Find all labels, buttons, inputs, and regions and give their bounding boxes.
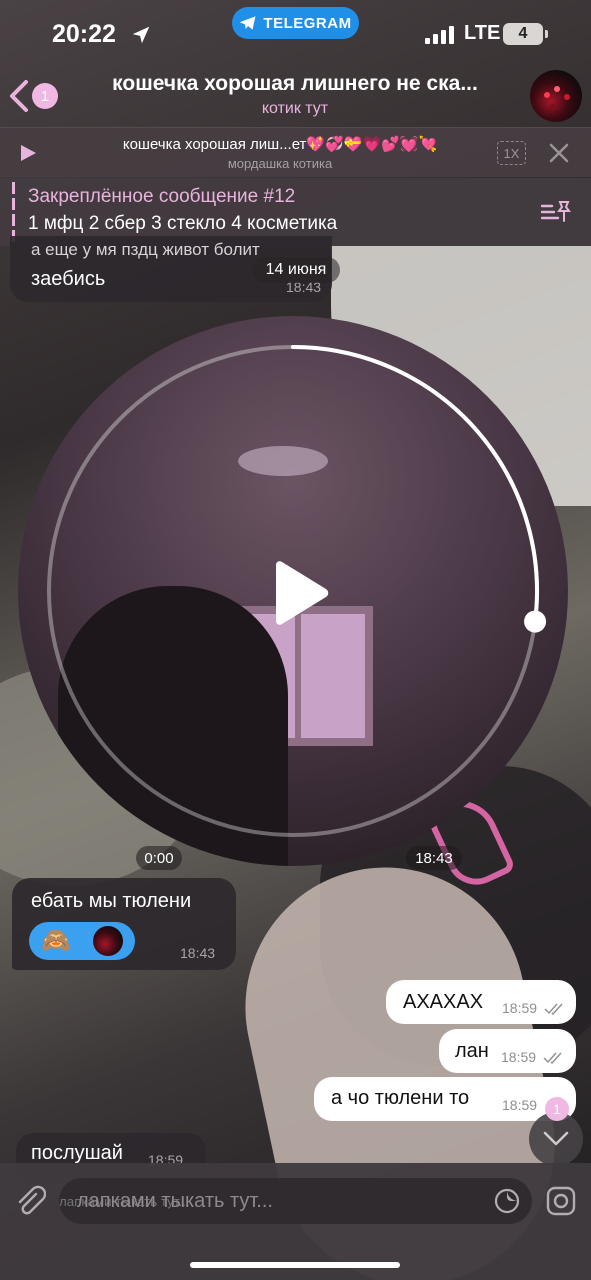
new-messages-badge: 1 <box>545 1097 569 1121</box>
video-play-icon[interactable] <box>270 561 330 625</box>
audio-player-bar[interactable]: кошечка хорошая лиш...ет💖💞💝💗💕💓💘 мордашка… <box>0 127 591 177</box>
network-type: LTE <box>464 22 501 44</box>
video-progress-knob[interactable] <box>524 610 547 633</box>
battery-level: 4 <box>518 25 528 42</box>
message-time: 18:59 <box>502 1000 538 1016</box>
message-bubble[interactable]: а чо тюлени то 18:59 <box>314 1077 576 1121</box>
unread-badge: 1 <box>32 83 58 109</box>
telegram-app-pill[interactable]: TELEGRAM <box>232 7 359 39</box>
video-duration: 0:00 <box>136 846 182 870</box>
battery-indicator: 4 <box>503 23 548 45</box>
track-subtitle: мордашка котика <box>227 156 333 171</box>
see-no-evil-monkey-icon: 🙈 <box>41 927 71 954</box>
message-time: 18:59 <box>501 1049 537 1065</box>
back-button[interactable]: 1 <box>8 78 68 114</box>
chat-title[interactable]: кошечка хорошая лишнего не ска... <box>70 72 520 96</box>
playback-speed-button[interactable]: 1X <box>497 141 526 165</box>
message-text: послушай <box>31 1142 123 1164</box>
play-icon[interactable] <box>18 143 38 163</box>
track-title: кошечка хорошая лиш...ет💖💞💝💗💕💓💘 <box>122 136 438 153</box>
message-bubble[interactable]: лан 18:59 <box>439 1029 576 1073</box>
location-arrow-icon <box>132 26 150 44</box>
double-check-icon <box>543 1052 562 1064</box>
signal-icon <box>425 26 454 44</box>
reactor-avatar <box>93 926 123 956</box>
message-time: 18:59 <box>502 1097 538 1113</box>
pinned-text: 1 мфц 2 сбер 3 стекло 4 косметика <box>28 213 338 234</box>
chevron-down-icon <box>543 1131 569 1146</box>
message-bubble[interactable]: ебать мы тюлени 🙈 18:43 <box>12 878 236 970</box>
message-time: 18:43 <box>406 846 462 870</box>
pin-list-icon[interactable] <box>540 198 572 226</box>
pinned-indicator <box>12 182 15 242</box>
message-text: ебать мы тюлени <box>31 890 192 912</box>
home-indicator[interactable] <box>190 1262 400 1268</box>
message-text: заебись <box>31 268 106 290</box>
paperclip-icon[interactable] <box>12 1183 46 1217</box>
telegram-pill-label: TELEGRAM <box>263 14 352 32</box>
chat-header: 1 кошечка хорошая лишнего не ска... коти… <box>0 64 591 126</box>
video-message-icon[interactable] <box>545 1185 577 1217</box>
message-meta: 18:59 <box>502 1000 564 1018</box>
message-placeholder: лапками тыкать тут... <box>77 1190 273 1212</box>
message-text: АХАХАХ <box>403 991 484 1013</box>
date-separator: 14 июня <box>252 257 340 283</box>
double-check-icon <box>544 1003 563 1015</box>
chat-avatar[interactable] <box>530 70 582 122</box>
sticker-icon[interactable] <box>493 1187 521 1215</box>
message-text: лан <box>455 1040 489 1062</box>
status-bar: 20:22 TELEGRAM LTE 4 <box>0 0 591 64</box>
chevron-left-icon <box>10 80 28 112</box>
reaction-chip[interactable]: 🙈 <box>29 922 135 960</box>
status-time: 20:22 <box>52 20 116 48</box>
telegram-plane-icon <box>240 16 256 30</box>
message-time: 18:43 <box>180 945 216 961</box>
message-meta: 18:59 <box>502 1097 537 1115</box>
message-text: а чо тюлени то <box>331 1087 470 1109</box>
pinned-title: Закреплённое сообщение #12 <box>28 186 296 207</box>
close-icon[interactable] <box>548 142 570 164</box>
message-meta: 18:59 <box>501 1049 563 1067</box>
chat-status: котик тут <box>261 100 329 117</box>
message-bubble[interactable]: АХАХАХ 18:59 <box>386 980 576 1024</box>
